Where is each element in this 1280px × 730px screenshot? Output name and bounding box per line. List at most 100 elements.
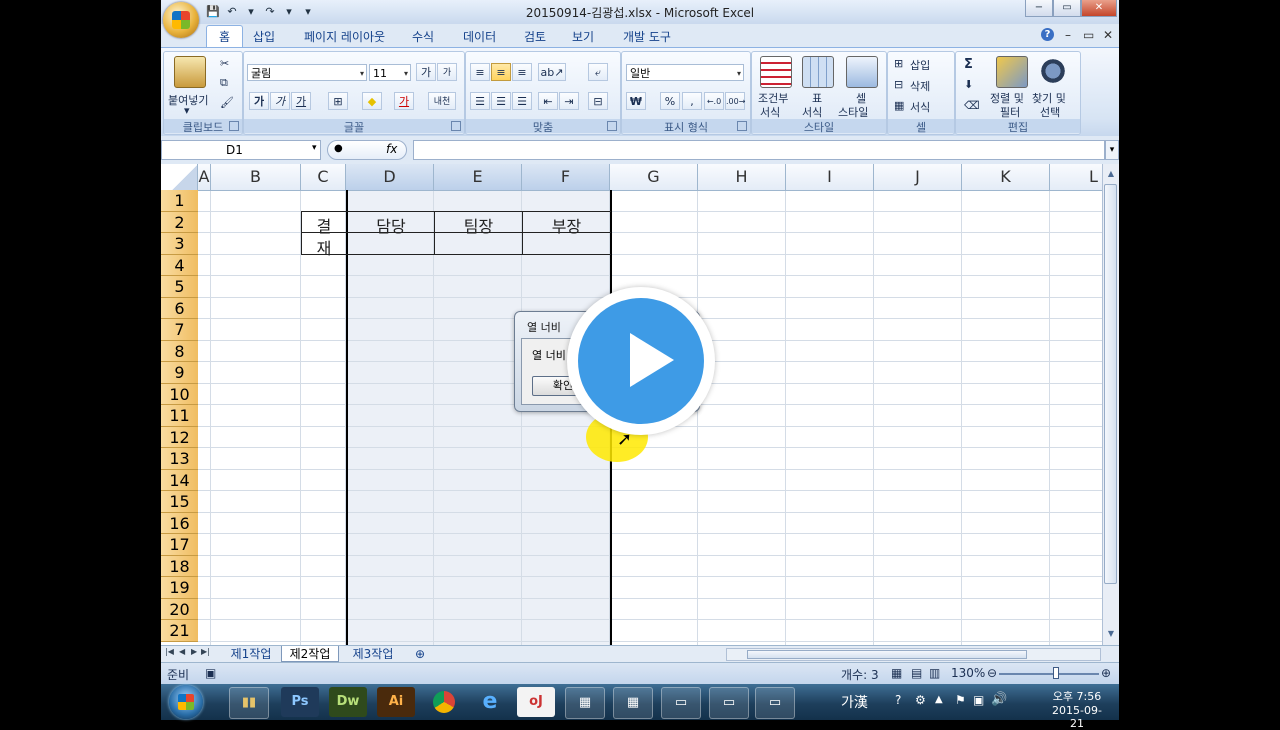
cell-E2[interactable]: 팀장 <box>435 213 522 237</box>
format-cells-icon[interactable]: ▦ <box>894 99 904 112</box>
restore-button[interactable]: ▭ <box>1053 0 1081 17</box>
sheet-tab-2[interactable]: 제2작업 <box>281 646 339 662</box>
row-header-4[interactable]: 4 <box>161 254 198 276</box>
font-launcher-icon[interactable] <box>451 121 461 131</box>
prev-sheet-icon[interactable]: ◀ <box>179 647 185 656</box>
scroll-up-icon[interactable]: ▲ <box>1103 166 1119 182</box>
align-left-icon[interactable]: ☰ <box>470 92 490 110</box>
row-header-6[interactable]: 6 <box>161 297 198 319</box>
cell-styles-icon[interactable] <box>846 56 878 88</box>
wrap-text-icon[interactable]: ⤶ <box>588 63 608 81</box>
window-taskbar-icon-3[interactable]: ▭ <box>755 687 795 719</box>
zoom-in-icon[interactable]: ⊕ <box>1101 666 1111 680</box>
column-header-D[interactable]: D <box>346 164 434 190</box>
copy-icon[interactable]: ⧉ <box>220 76 228 90</box>
scroll-down-icon[interactable]: ▼ <box>1103 626 1119 642</box>
column-header-A[interactable]: A <box>198 164 211 190</box>
conditional-format-icon[interactable] <box>760 56 792 88</box>
tab-view[interactable]: 보기 <box>572 28 594 45</box>
find-select-label-2[interactable]: 선택 <box>1040 104 1060 120</box>
border-button[interactable]: ⊞ <box>328 92 348 110</box>
row-header-13[interactable]: 13 <box>161 448 198 470</box>
increase-indent-icon[interactable]: ⇥ <box>559 92 579 110</box>
page-layout-view-icon[interactable]: ▤ <box>911 666 922 680</box>
clear-icon[interactable]: ⌫ <box>964 99 980 112</box>
row-header-17[interactable]: 17 <box>161 534 198 556</box>
zoom-level[interactable]: 130% <box>951 666 985 680</box>
workbook-close-icon[interactable]: ✕ <box>1103 28 1113 42</box>
tab-page-layout[interactable]: 페이지 레이아웃 <box>304 28 385 45</box>
last-sheet-icon[interactable]: ▶| <box>201 647 210 656</box>
vertical-scrollbar[interactable]: ▲ ▼ <box>1102 164 1119 645</box>
zoom-out-icon[interactable]: ⊖ <box>987 666 997 680</box>
paste-dropdown-icon[interactable]: ▾ <box>184 104 190 117</box>
cell-C3[interactable]: 재 <box>302 235 346 259</box>
insert-cells-button[interactable]: 삽입 <box>910 57 930 73</box>
column-header-I[interactable]: I <box>786 164 874 190</box>
network-icon[interactable]: ▣ <box>973 693 984 707</box>
grow-font-button[interactable]: 가 <box>416 63 436 81</box>
window-taskbar-icon-1[interactable]: ▭ <box>661 687 701 719</box>
name-box-dropdown-icon[interactable]: ▾ <box>312 143 317 153</box>
align-bottom-icon[interactable]: ≡ <box>512 63 532 81</box>
column-header-J[interactable]: J <box>874 164 962 190</box>
horizontal-scrollbar[interactable] <box>726 648 1101 661</box>
phonetic-button[interactable]: 내천 <box>428 92 456 110</box>
column-header-E[interactable]: E <box>434 164 522 190</box>
cut-icon[interactable]: ✂ <box>220 57 229 70</box>
next-sheet-icon[interactable]: ▶ <box>191 647 197 656</box>
start-button[interactable] <box>169 685 203 719</box>
video-play-button[interactable] <box>567 287 715 435</box>
row-header-10[interactable]: 10 <box>161 383 198 405</box>
select-all-button[interactable] <box>161 164 198 190</box>
explorer-taskbar-icon[interactable]: ▮▮ <box>229 687 269 719</box>
tab-data[interactable]: 데이터 <box>463 28 496 45</box>
decrease-indent-icon[interactable]: ⇤ <box>538 92 558 110</box>
font-name-box[interactable]: 굴림 ▾ <box>247 64 367 81</box>
cell-C2[interactable]: 결 <box>302 213 346 237</box>
conditional-format-label-2[interactable]: 서식 <box>760 104 780 120</box>
paste-icon[interactable] <box>174 56 206 88</box>
clock-date[interactable]: 2015-09-21 <box>1047 704 1107 730</box>
tab-home[interactable]: 홈 <box>206 25 244 49</box>
number-launcher-icon[interactable] <box>737 121 747 131</box>
sheet-tab-1[interactable]: 제1작업 <box>223 646 279 662</box>
tray-expand-icon[interactable]: ▲ <box>935 694 943 705</box>
insert-sheet-icon[interactable]: ⊕ <box>409 646 431 662</box>
office-button[interactable] <box>163 2 199 38</box>
ime-tool-icon[interactable]: ⚙ <box>915 693 926 707</box>
formula-cancel-icon[interactable]: ● <box>334 143 343 154</box>
find-select-icon[interactable] <box>1038 56 1068 86</box>
dreamweaver-taskbar-icon[interactable]: Dw <box>329 687 367 717</box>
ime-help-icon[interactable]: ? <box>895 693 901 707</box>
orientation-icon[interactable]: ab↗ <box>538 63 566 81</box>
column-header-L[interactable]: L <box>1050 164 1102 190</box>
minimize-button[interactable]: − <box>1025 0 1053 17</box>
insert-cells-icon[interactable]: ⊞ <box>894 57 903 70</box>
illustrator-taskbar-icon[interactable]: Ai <box>377 687 415 717</box>
page-break-view-icon[interactable]: ▥ <box>929 666 940 680</box>
number-format-box[interactable]: 일반 ▾ <box>626 64 744 81</box>
column-header-H[interactable]: H <box>698 164 786 190</box>
clock-time[interactable]: 오후 7:56 <box>1047 688 1107 704</box>
comma-button[interactable]: , <box>682 92 702 110</box>
format-cells-button[interactable]: 서식 <box>910 99 930 115</box>
window-taskbar-icon-2[interactable]: ▭ <box>709 687 749 719</box>
help-icon[interactable]: ? <box>1041 28 1054 41</box>
name-box[interactable]: D1 ▾ <box>161 140 321 160</box>
row-header-8[interactable]: 8 <box>161 340 198 362</box>
row-header-18[interactable]: 18 <box>161 555 198 577</box>
sheet-tab-3[interactable]: 제3작업 <box>345 646 401 662</box>
clipboard-launcher-icon[interactable] <box>229 121 239 131</box>
cell-D2[interactable]: 담당 <box>348 213 434 237</box>
bold-button[interactable]: 가 <box>249 92 269 110</box>
row-header-20[interactable]: 20 <box>161 598 198 620</box>
excel-taskbar-icon-1[interactable]: ▦ <box>565 687 605 719</box>
volume-icon[interactable]: 🔊 <box>991 692 1007 707</box>
column-header-K[interactable]: K <box>962 164 1050 190</box>
align-middle-icon[interactable]: ≡ <box>491 63 511 81</box>
fill-color-button[interactable]: ◆ <box>362 92 382 110</box>
cell-styles-label-2[interactable]: 스타일 <box>838 104 868 120</box>
row-header-2[interactable]: 2 <box>161 211 198 233</box>
percent-button[interactable]: % <box>660 92 680 110</box>
